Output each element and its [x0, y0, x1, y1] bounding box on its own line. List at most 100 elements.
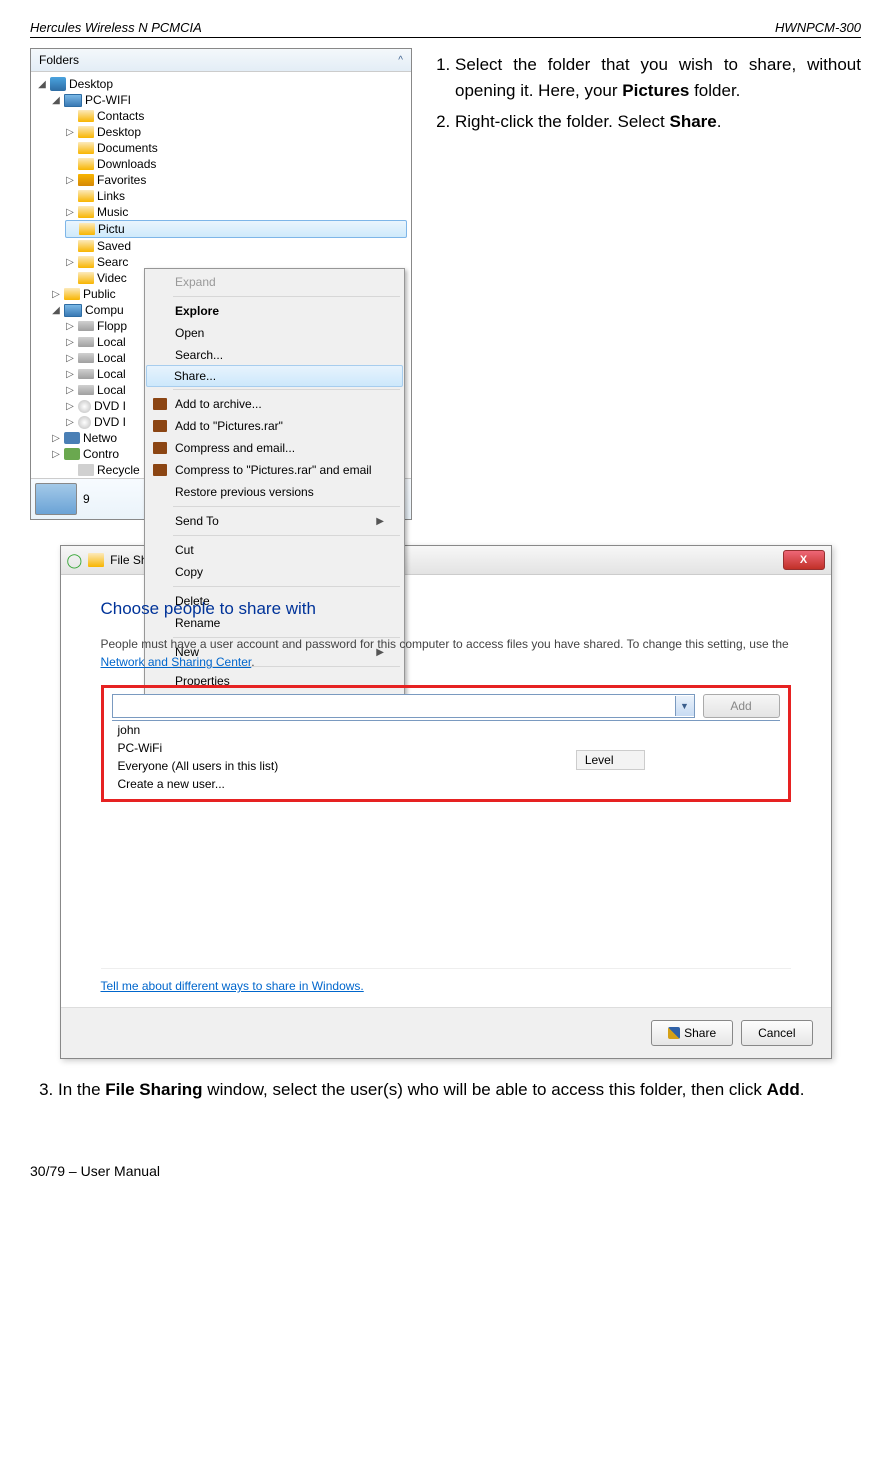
tree-local3[interactable]: Local: [97, 367, 126, 381]
folder-icon: [78, 110, 94, 122]
user-dropdown-list: john PC-WiFi Everyone (All users in this…: [112, 720, 780, 793]
cancel-button[interactable]: Cancel: [741, 1020, 812, 1046]
tree-saved[interactable]: Saved: [97, 239, 131, 253]
control-panel-icon: [64, 448, 80, 460]
tree-local1[interactable]: Local: [97, 335, 126, 349]
tree-public[interactable]: Public: [83, 287, 116, 301]
pc-icon: [64, 94, 82, 107]
tree-pictures[interactable]: Pictu: [98, 222, 125, 236]
instruction-2: Right-click the folder. Select Share.: [455, 109, 861, 135]
back-arrow-icon[interactable]: ◯: [67, 552, 83, 569]
tree-floppy[interactable]: Flopp: [97, 319, 127, 333]
instruction-3: In the File Sharing window, select the u…: [58, 1077, 861, 1103]
highlight-box: ▼ Add john PC-WiFi Everyone (All users i…: [101, 685, 791, 802]
dd-everyone[interactable]: Everyone (All users in this list): [112, 757, 780, 775]
drive-icon: [78, 337, 94, 347]
collapse-icon[interactable]: ^: [398, 55, 403, 66]
folder-icon: [78, 158, 94, 170]
tree-videos[interactable]: Videc: [97, 271, 127, 285]
thumbnail-icon: [35, 483, 77, 515]
favorites-icon: [78, 174, 94, 186]
tree-documents[interactable]: Documents: [97, 141, 158, 155]
dd-pcwifi[interactable]: PC-WiFi: [112, 739, 780, 757]
pictures-icon: [79, 223, 95, 235]
computer-icon: [64, 304, 82, 317]
tree-local2[interactable]: Local: [97, 351, 126, 365]
folder-icon: [78, 126, 94, 138]
dialog-heading: Choose people to share with: [101, 599, 791, 619]
dd-create[interactable]: Create a new user...: [112, 775, 780, 793]
ctx-explore[interactable]: Explore: [147, 300, 402, 322]
shield-icon: [668, 1027, 680, 1039]
folder-icon: [78, 272, 94, 284]
tree-pcwifi[interactable]: PC-WIFI: [85, 93, 131, 107]
tree-desktop2[interactable]: Desktop: [97, 125, 141, 139]
permissions-list: [101, 808, 791, 969]
floppy-icon: [78, 321, 94, 331]
help-link[interactable]: Tell me about different ways to share in…: [101, 979, 364, 993]
archive-icon: [153, 420, 167, 432]
user-combo[interactable]: ▼: [112, 694, 695, 718]
ctx-add-pictures[interactable]: Add to "Pictures.rar": [147, 415, 402, 437]
chevron-down-icon[interactable]: ▼: [675, 696, 694, 716]
tree-desktop[interactable]: Desktop: [69, 77, 113, 91]
tree-network[interactable]: Netwo: [83, 431, 117, 445]
dialog-description: People must have a user account and pass…: [101, 635, 791, 671]
level-column-header: Level: [576, 750, 645, 770]
music-icon: [78, 206, 94, 218]
tree-recycle[interactable]: Recycle: [97, 463, 140, 477]
item-count: 9: [83, 492, 90, 506]
tree-music[interactable]: Music: [97, 205, 128, 219]
dialog-people-icon: [88, 553, 104, 567]
tree-local4[interactable]: Local: [97, 383, 126, 397]
ctx-compress-pic[interactable]: Compress to "Pictures.rar" and email: [147, 459, 402, 481]
tree-computer[interactable]: Compu: [85, 303, 124, 317]
ctx-open[interactable]: Open: [147, 322, 402, 344]
ctx-share[interactable]: Share...: [146, 365, 403, 387]
close-button[interactable]: X: [783, 550, 825, 570]
submenu-arrow-icon: ▶: [376, 516, 384, 527]
archive-icon: [153, 442, 167, 454]
share-button[interactable]: Share: [651, 1020, 733, 1046]
tree-links[interactable]: Links: [97, 189, 125, 203]
dd-john[interactable]: john: [112, 721, 780, 739]
recycle-icon: [78, 464, 94, 476]
tree-favorites[interactable]: Favorites: [97, 173, 146, 187]
tree-dvd2[interactable]: DVD I: [94, 415, 126, 429]
network-icon: [64, 432, 80, 444]
tree-downloads[interactable]: Downloads: [97, 157, 156, 171]
page-header: Hercules Wireless N PCMCIA HWNPCM-300: [30, 20, 861, 38]
public-icon: [64, 288, 80, 300]
tree-dvd1[interactable]: DVD I: [94, 399, 126, 413]
instruction-1: Select the folder that you wish to share…: [455, 52, 861, 103]
folder-icon: [78, 240, 94, 252]
tree-search[interactable]: Searc: [97, 255, 128, 269]
header-left: Hercules Wireless N PCMCIA: [30, 20, 202, 35]
dvd-icon: [78, 400, 91, 413]
search-icon: [78, 256, 94, 268]
header-right: HWNPCM-300: [775, 20, 861, 35]
instruction-block: Select the folder that you wish to share…: [427, 48, 861, 520]
folder-icon: [78, 142, 94, 154]
tree-control[interactable]: Contro: [83, 447, 119, 461]
folders-title: Folders: [39, 53, 79, 67]
page-footer: 30/79 – User Manual: [30, 1163, 861, 1179]
folder-icon: [78, 190, 94, 202]
network-sharing-link[interactable]: Network and Sharing Center: [101, 655, 252, 669]
instruction-3-block: In the File Sharing window, select the u…: [30, 1077, 861, 1103]
tree-contacts[interactable]: Contacts: [97, 109, 144, 123]
ctx-compress-email[interactable]: Compress and email...: [147, 437, 402, 459]
archive-icon: [153, 464, 167, 476]
desktop-icon: [50, 77, 66, 91]
ctx-expand: Expand: [147, 271, 402, 293]
file-sharing-dialog: ◯ File Sharing X Choose people to share …: [60, 545, 832, 1059]
ctx-sendto[interactable]: Send To▶: [147, 510, 402, 532]
drive-icon: [78, 385, 94, 395]
ctx-search[interactable]: Search...: [147, 344, 402, 366]
ctx-restore[interactable]: Restore previous versions: [147, 481, 402, 503]
archive-icon: [153, 398, 167, 410]
ctx-add-archive[interactable]: Add to archive...: [147, 393, 402, 415]
add-button[interactable]: Add: [703, 694, 780, 718]
ctx-cut[interactable]: Cut: [147, 539, 402, 561]
drive-icon: [78, 353, 94, 363]
